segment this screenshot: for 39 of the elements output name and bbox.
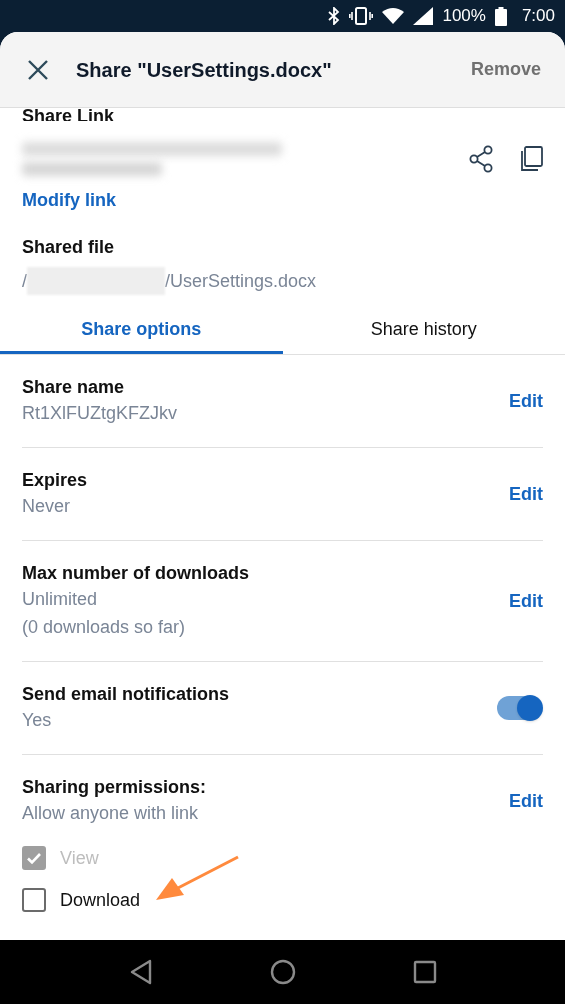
home-icon[interactable] [269,959,296,985]
clock: 7:00 [521,5,555,28]
signal-icon [413,7,434,25]
vibrate-icon [349,7,374,25]
copy-icon[interactable] [519,146,543,172]
path-separator: / [22,269,27,293]
toggle-switch[interactable] [497,696,541,720]
setting-label: Sharing permissions: [22,776,208,799]
edit-button[interactable]: Edit [509,587,543,615]
setting-label: Max number of downloads [22,562,250,585]
battery-icon [494,6,507,26]
checkbox-label: View [60,846,99,870]
setting-value: Never [22,495,71,518]
edit-button[interactable]: Edit [509,480,543,508]
bluetooth-icon [328,7,341,25]
dialog-title: Share "UserSettings.docx" [76,57,333,83]
edit-button[interactable]: Edit [509,387,543,415]
section-label: Shared file [22,236,116,259]
wifi-icon [382,8,405,24]
back-icon[interactable] [128,959,153,985]
setting-value: Rt1XlFUZtgKFZJkv [22,402,178,425]
setting-label: Share name [22,376,126,399]
remove-button[interactable]: Remove [470,56,541,83]
share-icon[interactable] [469,145,495,173]
setting-value: Unlimited [22,588,99,611]
recents-icon[interactable] [412,960,437,984]
setting-value: Allow anyone with link [22,802,200,825]
edit-button[interactable]: Edit [509,787,543,815]
checkbox[interactable] [22,888,46,912]
file-path: /UserSettings.docx [165,269,317,293]
checkbox-label: Download [60,888,141,912]
tab[interactable]: Share history [282,307,565,354]
setting-label: Send email notifications [22,683,231,706]
setting-value: (0 downloads so far) [22,616,187,639]
tab[interactable]: Share options [0,307,283,354]
setting-value: Yes [22,709,53,732]
modify-link[interactable]: Modify link [22,187,116,214]
setting-label: Expires [22,469,89,492]
battery-level: 100% [442,5,486,28]
